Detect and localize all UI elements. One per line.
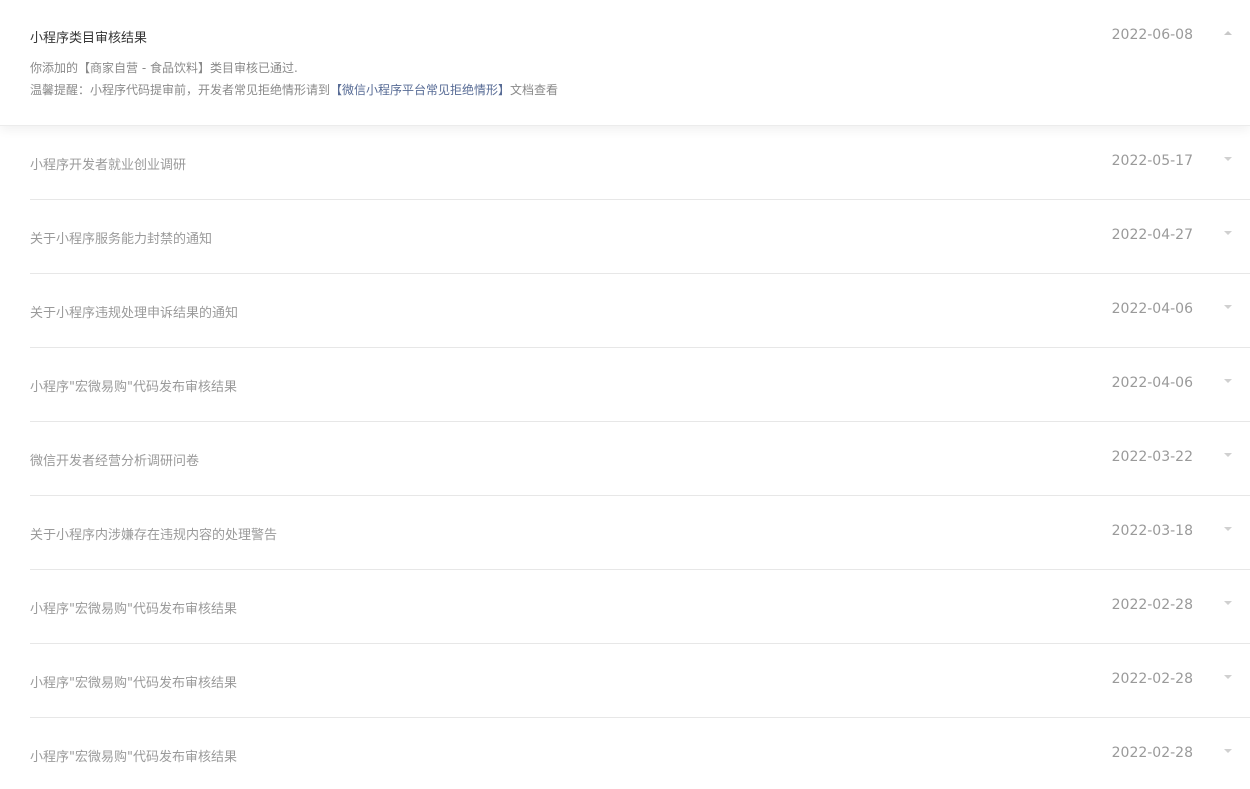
- notice-body-line: 温馨提醒：小程序代码提审前，开发者常见拒绝情形请到【微信小程序平台常见拒绝情形】…: [30, 81, 558, 98]
- notice-body-line: 你添加的【商家自营 - 食品饮料】类目审核已通过.: [30, 61, 298, 75]
- notice-title: 关于小程序服务能力封禁的通知: [30, 232, 213, 247]
- notice-date: 2022-02-28: [1111, 597, 1193, 613]
- notice-row[interactable]: 小程序"宏微易购"代码发布审核结果 2022-02-28: [30, 718, 1250, 789]
- notice-date: 2022-03-22: [1111, 449, 1193, 465]
- notice-body-text: 温馨提醒：小程序代码提审前，开发者常见拒绝情形请到: [30, 83, 331, 97]
- chevron-down-icon[interactable]: [1224, 379, 1232, 383]
- chevron-down-icon[interactable]: [1224, 157, 1232, 161]
- notice-row[interactable]: 关于小程序违规处理申诉结果的通知 2022-04-06: [30, 274, 1250, 348]
- chevron-down-icon[interactable]: [1224, 305, 1232, 309]
- notice-date: 2022-04-06: [1111, 375, 1193, 391]
- notice-list: 小程序类目审核结果 2022-06-08 你添加的【商家自营 - 食品饮料】类目…: [0, 0, 1250, 789]
- notice-row[interactable]: 关于小程序服务能力封禁的通知 2022-04-27: [30, 200, 1250, 274]
- chevron-down-icon[interactable]: [1224, 749, 1232, 753]
- notice-title: 小程序开发者就业创业调研: [30, 158, 187, 173]
- notice-row[interactable]: 小程序"宏微易购"代码发布审核结果 2022-02-28: [30, 644, 1250, 718]
- notice-title: 小程序"宏微易购"代码发布审核结果: [30, 676, 237, 691]
- notice-title: 小程序"宏微易购"代码发布审核结果: [30, 750, 237, 765]
- doc-link[interactable]: 【微信小程序平台常见拒绝情形】: [330, 83, 510, 97]
- notice-title: 小程序类目审核结果: [30, 31, 148, 46]
- notice-item-expanded[interactable]: 小程序类目审核结果 2022-06-08 你添加的【商家自营 - 食品饮料】类目…: [0, 0, 1250, 126]
- notice-date: 2022-05-17: [1111, 153, 1193, 169]
- notice-row[interactable]: 关于小程序内涉嫌存在违规内容的处理警告 2022-03-18: [30, 496, 1250, 570]
- notice-title: 微信开发者经营分析调研问卷: [30, 454, 200, 469]
- chevron-down-icon[interactable]: [1224, 675, 1232, 679]
- notice-row[interactable]: 小程序开发者就业创业调研 2022-05-17: [30, 126, 1250, 200]
- notice-body-text: 文档查看: [510, 83, 559, 97]
- notice-date: 2022-04-06: [1111, 301, 1193, 317]
- notice-date: 2022-06-08: [1111, 27, 1193, 43]
- chevron-down-icon[interactable]: [1224, 527, 1232, 531]
- notice-date: 2022-02-28: [1111, 745, 1193, 761]
- notice-title: 关于小程序违规处理申诉结果的通知: [30, 306, 239, 321]
- chevron-down-icon[interactable]: [1224, 601, 1232, 605]
- notice-date: 2022-04-27: [1111, 227, 1193, 243]
- notice-date: 2022-02-28: [1111, 671, 1193, 687]
- notice-title: 小程序"宏微易购"代码发布审核结果: [30, 602, 237, 617]
- notice-row[interactable]: 小程序"宏微易购"代码发布审核结果 2022-02-28: [30, 570, 1250, 644]
- notice-row[interactable]: 小程序"宏微易购"代码发布审核结果 2022-04-06: [30, 348, 1250, 422]
- notice-title: 小程序"宏微易购"代码发布审核结果: [30, 380, 237, 395]
- chevron-down-icon[interactable]: [1224, 453, 1232, 457]
- notice-row[interactable]: 微信开发者经营分析调研问卷 2022-03-22: [30, 422, 1250, 496]
- chevron-down-icon[interactable]: [1224, 231, 1232, 235]
- notice-date: 2022-03-18: [1111, 523, 1193, 539]
- chevron-up-icon[interactable]: [1224, 31, 1232, 35]
- notice-title: 关于小程序内涉嫌存在违规内容的处理警告: [30, 528, 278, 543]
